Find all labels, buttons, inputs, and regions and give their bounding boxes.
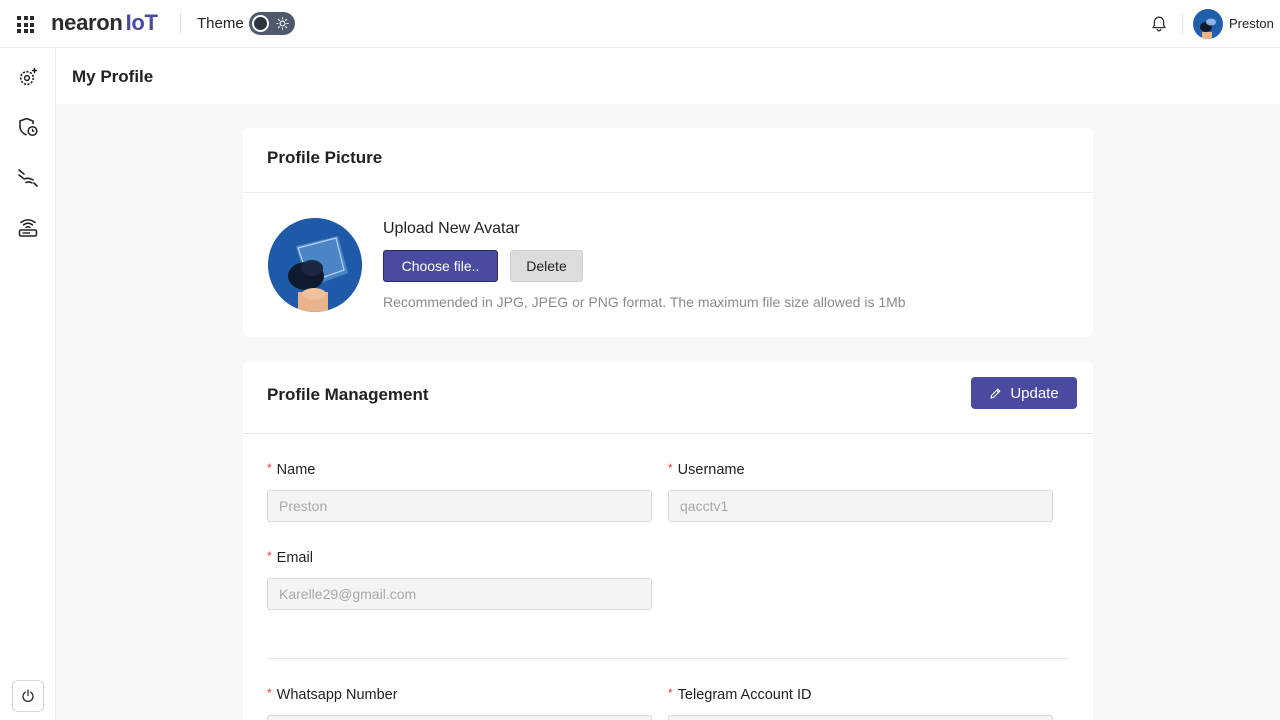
profile-management-card: Profile Management Update * Name * Usernam… bbox=[243, 361, 1093, 720]
edit-pencil-icon bbox=[990, 388, 1001, 399]
sun-icon bbox=[276, 17, 289, 30]
update-label: Update bbox=[1010, 384, 1059, 402]
logout-button[interactable] bbox=[12, 680, 44, 712]
required-mark: * bbox=[267, 686, 272, 700]
theme-toggle[interactable] bbox=[249, 12, 295, 35]
update-button[interactable]: Update bbox=[971, 377, 1077, 409]
sidebar bbox=[0, 48, 56, 720]
brand-logo[interactable]: nearon IoT bbox=[51, 10, 158, 36]
user-avatar[interactable] bbox=[1193, 9, 1223, 39]
required-mark: * bbox=[267, 461, 272, 475]
name-label: * Name bbox=[267, 461, 316, 478]
shield-clock-icon[interactable] bbox=[17, 116, 39, 138]
required-mark: * bbox=[668, 461, 673, 475]
card-header: Profile Picture bbox=[243, 128, 1093, 193]
username-label: * Username bbox=[668, 461, 745, 478]
brand-sub: IoT bbox=[125, 10, 158, 35]
page-title: My Profile bbox=[72, 67, 154, 86]
card-title: Profile Management bbox=[267, 385, 429, 404]
signal-waves-icon[interactable] bbox=[17, 166, 39, 188]
email-label: * Email bbox=[267, 549, 313, 566]
email-field[interactable] bbox=[267, 578, 652, 610]
avatar-image bbox=[1193, 9, 1223, 39]
brand-main: nearon bbox=[51, 10, 123, 35]
delete-avatar-button[interactable]: Delete bbox=[510, 250, 583, 282]
page-title-bar: My Profile bbox=[56, 48, 1280, 104]
user-name[interactable]: Preston bbox=[1229, 16, 1274, 31]
name-field[interactable] bbox=[267, 490, 652, 522]
header-divider bbox=[180, 13, 181, 33]
card-title: Profile Picture bbox=[267, 148, 383, 167]
whatsapp-field[interactable] bbox=[267, 715, 652, 720]
telegram-label: * Telegram Account ID bbox=[668, 686, 812, 703]
bell-icon[interactable] bbox=[1150, 15, 1168, 33]
profile-picture-card: Profile Picture Upload New Avatar Choose… bbox=[243, 128, 1093, 337]
apps-grid-icon[interactable] bbox=[17, 16, 34, 33]
power-icon bbox=[22, 689, 34, 703]
choose-file-button[interactable]: Choose file.. bbox=[383, 250, 498, 282]
toggle-knob bbox=[252, 15, 269, 32]
telegram-field[interactable] bbox=[668, 715, 1053, 720]
required-mark: * bbox=[668, 686, 673, 700]
avatar-image bbox=[268, 218, 362, 312]
upload-hint: Recommended in JPG, JPEG or PNG format. … bbox=[383, 294, 906, 310]
required-mark: * bbox=[267, 549, 272, 563]
profile-avatar bbox=[268, 218, 362, 312]
settings-gear-icon[interactable] bbox=[17, 66, 39, 88]
whatsapp-label: * Whatsapp Number bbox=[267, 686, 398, 703]
whatsapp-label-text: Whatsapp Number bbox=[276, 687, 398, 703]
username-field[interactable] bbox=[668, 490, 1053, 522]
router-icon[interactable] bbox=[17, 216, 39, 238]
email-label-text: Email bbox=[276, 550, 313, 566]
upload-title: Upload New Avatar bbox=[383, 220, 520, 237]
top-header: nearon IoT Theme Preston bbox=[0, 0, 1280, 48]
theme-label: Theme bbox=[197, 15, 244, 32]
telegram-label-text: Telegram Account ID bbox=[677, 687, 812, 703]
card-header: Profile Management Update bbox=[243, 361, 1093, 434]
form-divider bbox=[267, 658, 1069, 659]
username-label-text: Username bbox=[677, 462, 745, 478]
header-divider bbox=[1182, 13, 1183, 35]
name-label-text: Name bbox=[276, 462, 316, 478]
